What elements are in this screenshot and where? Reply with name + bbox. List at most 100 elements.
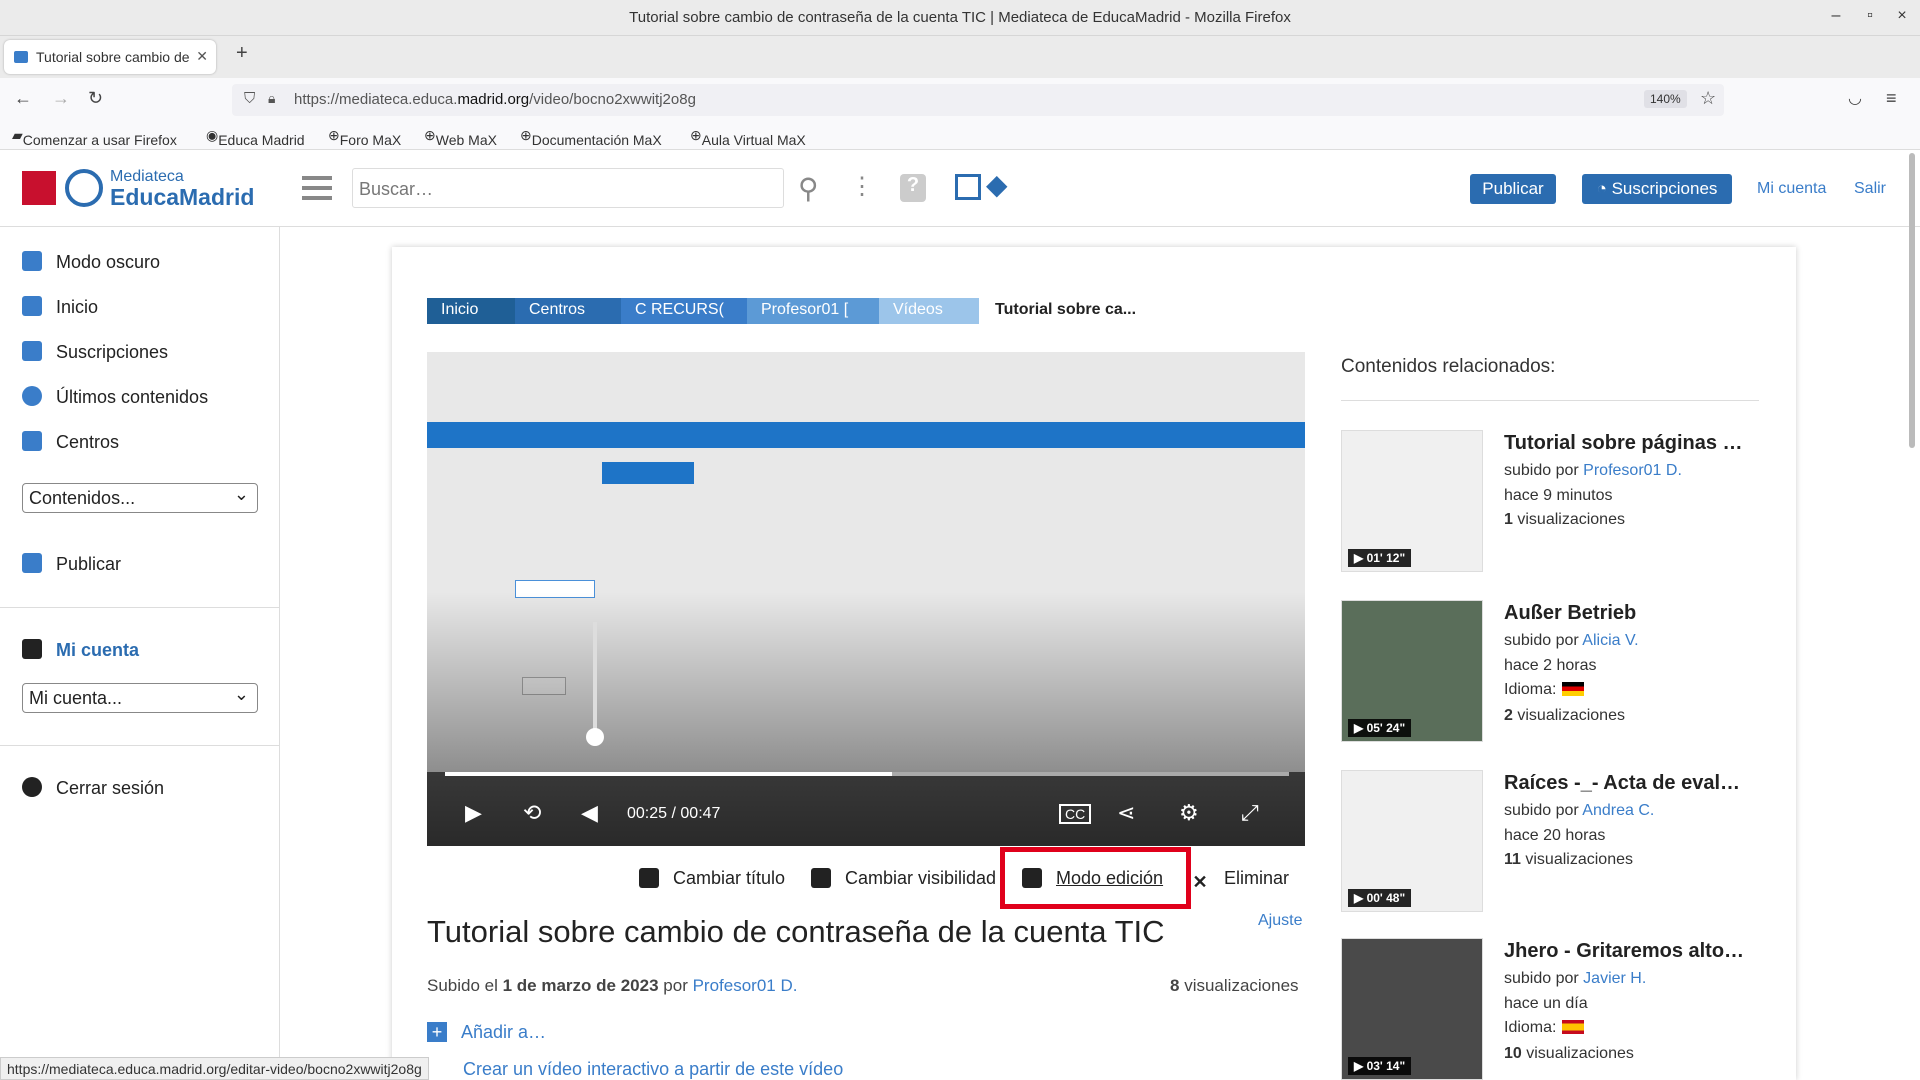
- maximize-icon[interactable]: ▫: [1860, 7, 1880, 25]
- menu-icon[interactable]: ≡: [1886, 88, 1897, 109]
- ajuste-link[interactable]: Ajuste: [1258, 912, 1302, 930]
- contenidos-select[interactable]: Contenidos...: [22, 483, 258, 513]
- play-icon[interactable]: ▶: [465, 800, 482, 826]
- bookmark-comenzar[interactable]: ▰ Comenzar a usar Firefox: [12, 127, 177, 148]
- bookmark-star-icon[interactable]: ☆: [1700, 88, 1716, 109]
- zoom-level[interactable]: 140%: [1644, 90, 1687, 108]
- highlight-box: [1000, 847, 1191, 909]
- video-time: 00:25 / 00:47: [627, 805, 721, 822]
- progress-bar[interactable]: [445, 772, 1289, 776]
- new-tab-icon[interactable]: +: [236, 42, 248, 65]
- reload-icon[interactable]: ↻: [88, 88, 103, 109]
- related-item[interactable]: ▶ 03' 14" Jhero - Gritaremos alto… subid…: [1341, 938, 1761, 1080]
- related-time: hace un día: [1504, 995, 1588, 1012]
- related-thumbnail[interactable]: ▶ 05' 24": [1341, 600, 1483, 742]
- related-uploader: subido por Andrea C.: [1504, 802, 1655, 819]
- window-title: Tutorial sobre cambio de contraseña de l…: [629, 9, 1291, 26]
- bookmark-documentacion-max[interactable]: ⊕ Documentación MaX: [520, 127, 662, 148]
- search-icon[interactable]: ⚲: [798, 172, 819, 205]
- sidebar-item-ultimos[interactable]: Últimos contenidos: [22, 386, 208, 408]
- logo-text-bottom[interactable]: EducaMadrid: [110, 184, 254, 211]
- mi-cuenta-select[interactable]: Mi cuenta...: [22, 683, 258, 713]
- publicar-button[interactable]: Publicar: [1470, 174, 1556, 204]
- search-input[interactable]: Buscar…: [352, 168, 784, 208]
- clock-icon: [22, 386, 42, 406]
- breadcrumb-inicio[interactable]: Inicio: [427, 298, 515, 324]
- sidebar-item-publicar[interactable]: Publicar: [22, 553, 121, 575]
- sidebar-item-modo-oscuro[interactable]: Modo oscuro: [22, 251, 160, 273]
- pocket-icon[interactable]: ◡: [1848, 88, 1862, 108]
- lock-icon[interactable]: 🔒︎: [268, 90, 275, 107]
- author-link[interactable]: Profesor01 D.: [693, 976, 798, 995]
- views-count: 8 visualizaciones: [1170, 976, 1299, 995]
- shield-icon[interactable]: ⛉: [244, 90, 255, 107]
- minimize-icon[interactable]: –: [1826, 7, 1846, 25]
- help-icon[interactable]: ?: [900, 174, 926, 202]
- forward-icon[interactable]: →: [52, 88, 70, 109]
- related-time: hace 9 minutos: [1504, 487, 1613, 504]
- related-item[interactable]: ▶ 05' 24" Außer Betrieb subido por Alici…: [1341, 600, 1761, 750]
- mi-cuenta-link[interactable]: Mi cuenta: [1757, 180, 1826, 198]
- rss-icon: ◔: [1596, 179, 1612, 198]
- bookmark-aula-virtual-max[interactable]: ⊕ Aula Virtual MaX: [690, 127, 806, 148]
- captions-icon[interactable]: CC: [1059, 804, 1092, 824]
- related-title[interactable]: Außer Betrieb: [1504, 602, 1636, 625]
- related-uploader: subido por Profesor01 D.: [1504, 462, 1682, 479]
- browser-tab[interactable]: Tutorial sobre cambio de ✕: [4, 40, 216, 74]
- sidebar-item-suscripciones[interactable]: Suscripciones: [22, 341, 168, 363]
- add-to-button[interactable]: + Añadir a…: [427, 1022, 546, 1043]
- breadcrumb-videos[interactable]: Vídeos: [879, 298, 979, 324]
- divider: [0, 607, 280, 608]
- url-text[interactable]: https://mediateca.educa.madrid.org/video…: [294, 91, 696, 108]
- more-options-icon[interactable]: ⋮: [850, 172, 874, 201]
- related-title[interactable]: Jhero - Gritaremos alto…: [1504, 940, 1744, 963]
- related-item[interactable]: ▶ 00' 48" Raíces -_- Acta de eval… subid…: [1341, 770, 1761, 920]
- comunidad-madrid-logo[interactable]: [22, 171, 56, 205]
- related-thumbnail[interactable]: ▶ 00' 48": [1341, 770, 1483, 912]
- hamburger-menu-icon[interactable]: [302, 176, 332, 200]
- breadcrumb-c-recursos[interactable]: C RECURS(: [621, 298, 747, 324]
- interactive-video-link[interactable]: Crear un vídeo interactivo a partir de e…: [463, 1059, 843, 1080]
- breadcrumb-profesor01[interactable]: Profesor01 [: [747, 298, 879, 324]
- eliminar-button[interactable]: ✕ Eliminar: [1190, 868, 1289, 892]
- user-icon: [22, 639, 42, 659]
- rewind-10-icon[interactable]: ⟲: [523, 800, 541, 826]
- video-frame-tab: [602, 462, 694, 484]
- related-title[interactable]: Raíces -_- Acta de eval…: [1504, 772, 1740, 795]
- volume-icon[interactable]: ◀︎: [581, 800, 598, 826]
- breadcrumb-centros[interactable]: Centros: [515, 298, 621, 324]
- related-time: hace 20 horas: [1504, 827, 1606, 844]
- mi-cuenta-heading[interactable]: Mi cuenta: [22, 639, 139, 661]
- related-item[interactable]: ▶ 01' 12" Tutorial sobre páginas … subid…: [1341, 430, 1761, 580]
- back-icon[interactable]: ←: [14, 88, 32, 109]
- salir-link[interactable]: Salir: [1854, 180, 1886, 198]
- delete-x-icon: ✕: [1190, 872, 1210, 892]
- cambiar-titulo-button[interactable]: Cambiar título: [639, 868, 785, 889]
- german-flag-icon: [1562, 682, 1585, 696]
- volume-handle[interactable]: [586, 728, 604, 746]
- related-thumbnail[interactable]: ▶ 01' 12": [1341, 430, 1483, 572]
- sidebar-item-cerrar-sesion[interactable]: Cerrar sesión: [22, 777, 164, 799]
- educamadrid-logo-icon[interactable]: [65, 169, 103, 207]
- sidebar-item-inicio[interactable]: Inicio: [22, 296, 98, 318]
- square-view-icon[interactable]: [955, 174, 981, 200]
- related-thumbnail[interactable]: ▶ 03' 14": [1341, 938, 1483, 1080]
- related-title[interactable]: Tutorial sobre páginas …: [1504, 432, 1743, 455]
- page-scrollbar[interactable]: [1909, 153, 1915, 448]
- share-icon[interactable]: ⋖: [1117, 800, 1135, 826]
- related-views: 10 visualizaciones: [1504, 1045, 1634, 1062]
- url-bar[interactable]: ⛉ 🔒︎ https://mediateca.educa.madrid.org/…: [232, 84, 1724, 116]
- cambiar-visibilidad-button[interactable]: Cambiar visibilidad: [811, 868, 996, 889]
- volume-slider[interactable]: [593, 622, 597, 732]
- close-window-icon[interactable]: ×: [1892, 7, 1912, 25]
- bookmark-foro-max[interactable]: ⊕ Foro MaX: [328, 127, 401, 148]
- bookmark-educa-madrid[interactable]: ◉ Educa Madrid: [206, 127, 305, 148]
- suscripciones-button[interactable]: ◔ Suscripciones: [1582, 174, 1732, 204]
- video-player[interactable]: ▶ ⟲ ◀︎ 00:25 / 00:47 CC ⋖ ⚙ ⤢: [427, 352, 1305, 846]
- fullscreen-icon[interactable]: ⤢: [1241, 800, 1259, 826]
- sidebar-item-centros[interactable]: Centros: [22, 431, 119, 453]
- graduation-cap-icon[interactable]: ◆: [986, 168, 1008, 201]
- settings-gear-icon[interactable]: ⚙: [1179, 800, 1199, 826]
- close-tab-icon[interactable]: ✕: [196, 48, 208, 65]
- bookmark-web-max[interactable]: ⊕ Web MaX: [424, 127, 497, 148]
